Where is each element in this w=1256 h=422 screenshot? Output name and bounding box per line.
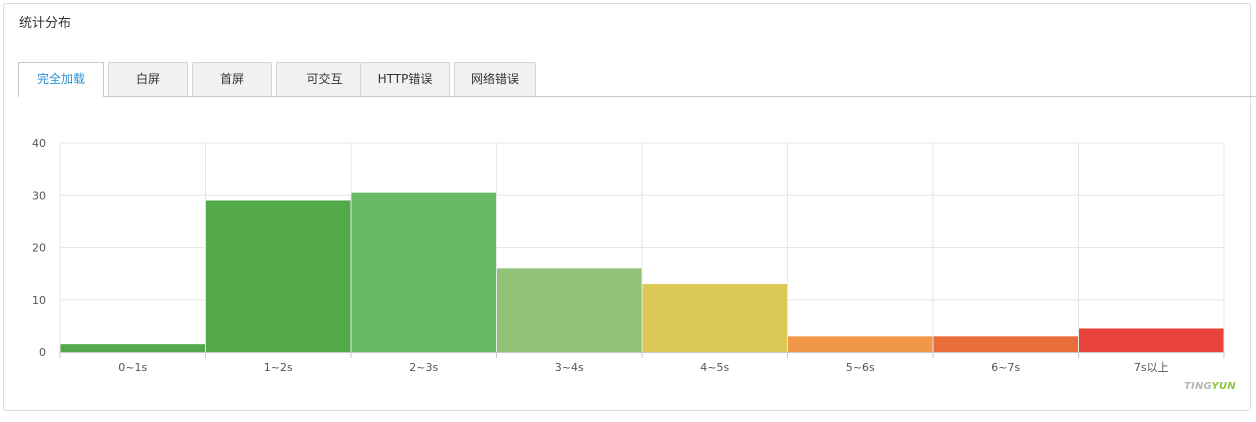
tab-full-load[interactable]: 完全加载: [18, 62, 104, 97]
x-tick-label: 7s以上: [1134, 361, 1169, 374]
bar: [351, 192, 496, 352]
x-tick-label: 0~1s: [118, 361, 147, 374]
bar: [642, 284, 787, 352]
x-tick-label: 6~7s: [991, 361, 1020, 374]
y-tick-label: 30: [32, 189, 46, 202]
bar: [1079, 328, 1224, 352]
y-tick-label: 10: [32, 294, 46, 307]
brand-part2: YUN: [1211, 381, 1236, 392]
bar: [933, 336, 1078, 352]
bar: [60, 344, 205, 352]
x-tick-label: 5~6s: [846, 361, 875, 374]
y-tick-label: 0: [39, 346, 46, 359]
y-tick-label: 20: [32, 242, 46, 255]
x-tick-label: 4~5s: [700, 361, 729, 374]
x-tick-label: 2~3s: [409, 361, 438, 374]
x-tick-label: 3~4s: [555, 361, 584, 374]
distribution-chart: 0 10 20 30 40 0~1s 1~2s 2~3s 3~4s 4~5s 5~6s 6~7s 7s以…: [32, 137, 1225, 374]
x-tick-label: 1~2s: [264, 361, 293, 374]
bar: [497, 268, 642, 352]
chart-area: 0 10 20 30 40 0~1s 1~2s 2~3s 3~4s 4~5s 5~6s 6~7s 7s以…: [0, 0, 1256, 418]
y-tick-label: 40: [32, 137, 46, 150]
bar: [206, 200, 351, 352]
bar: [788, 336, 933, 352]
brand-part1: TING: [1184, 381, 1212, 392]
brand-watermark: TINGYUN: [1184, 381, 1236, 393]
